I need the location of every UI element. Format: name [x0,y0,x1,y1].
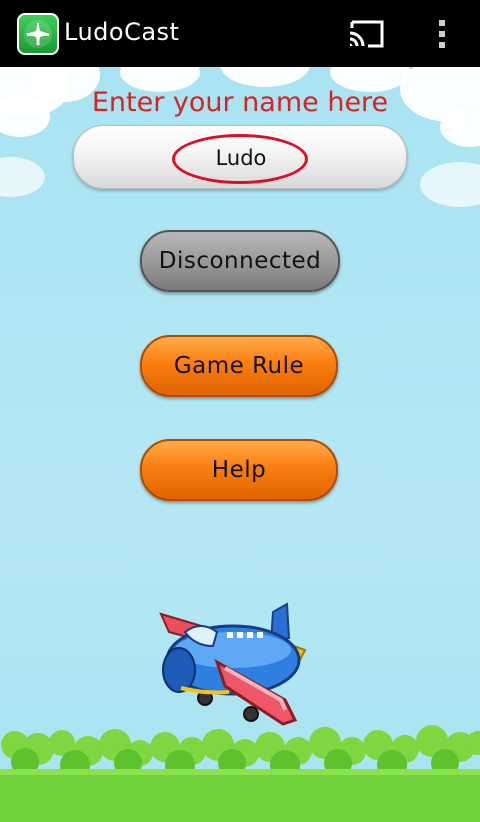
grass-ground [0,725,480,822]
connection-status-button[interactable]: Disconnected [140,230,340,292]
main-screen: Enter your name here Ludo Disconnected G… [0,67,480,822]
action-bar: LudoCast [0,0,480,67]
overflow-menu-icon[interactable] [432,18,452,50]
airplane-app-icon[interactable] [17,13,59,55]
app-title: LudoCast [64,18,180,46]
cast-icon[interactable] [346,18,386,50]
airplane-icon [24,20,52,48]
name-input[interactable]: Ludo [73,125,407,189]
help-button[interactable]: Help [140,439,338,501]
highlight-ring [172,134,308,184]
game-rule-button[interactable]: Game Rule [140,335,338,397]
name-prompt: Enter your name here [91,87,389,118]
